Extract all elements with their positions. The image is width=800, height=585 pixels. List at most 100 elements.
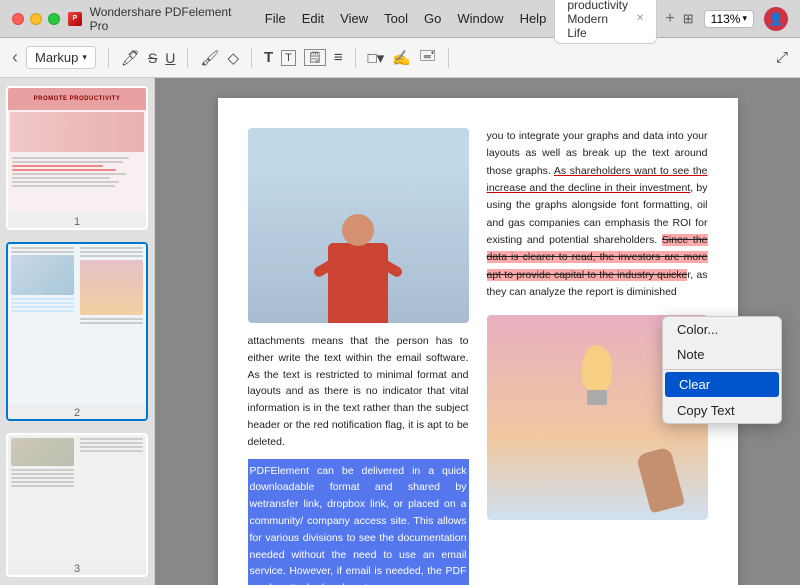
- thumb-line: [12, 181, 119, 183]
- callout-icon[interactable]: 🗒: [304, 49, 326, 66]
- page-1-number: 1: [8, 213, 146, 230]
- thumb-line: [11, 298, 74, 300]
- shapes-icon[interactable]: □▾: [368, 49, 385, 67]
- tab-close-icon[interactable]: ✕: [636, 13, 644, 24]
- active-tab[interactable]: productivity Modern Life ✕: [554, 0, 657, 44]
- page-2-number: 2: [8, 404, 146, 421]
- thumb-3-img: [8, 435, 146, 560]
- thumb-line: [12, 161, 123, 163]
- context-menu-item-clear[interactable]: Clear: [665, 372, 779, 397]
- separator-5: [448, 48, 449, 68]
- menu-view[interactable]: View: [340, 11, 368, 26]
- thumb-line: [11, 477, 74, 479]
- thumb-1-img: PROMOTE PRODUCTIVITY: [8, 88, 146, 213]
- underline-span-1: As shareholders want to see the increase…: [487, 165, 708, 194]
- menu-go[interactable]: Go: [424, 11, 441, 26]
- align-icon[interactable]: ≡: [334, 49, 343, 66]
- thumb-line: [11, 302, 74, 304]
- thumb-line: [12, 157, 129, 159]
- zoom-dropdown-icon: ▾: [742, 13, 747, 24]
- menu-edit[interactable]: Edit: [302, 11, 324, 26]
- thumb-line: [80, 247, 143, 249]
- page-1-thumbnail[interactable]: PROMOTE PRODUCTIVITY 1: [6, 86, 148, 230]
- page-2-thumbnail[interactable]: 2: [6, 242, 148, 421]
- thumb-line: [11, 481, 74, 483]
- thumb-1-lines: [8, 154, 146, 192]
- maximize-button[interactable]: [48, 13, 60, 25]
- strikethrough-icon[interactable]: S: [148, 50, 157, 66]
- thumb-line-red: [12, 165, 103, 167]
- thumb-line: [11, 310, 74, 312]
- person-image: [248, 128, 469, 323]
- thumb-line: [12, 185, 115, 187]
- context-menu-item-copy-text[interactable]: Copy Text: [663, 398, 781, 423]
- menu-bar: File Edit View Tool Go Window Help: [265, 11, 547, 26]
- main-layout: PROMOTE PRODUCTIVITY 1: [0, 78, 800, 585]
- page-3-thumbnail[interactable]: 3: [6, 433, 148, 577]
- thumb-line: [12, 173, 126, 175]
- thumb-3-content: [8, 435, 146, 560]
- thumb-line-red: [12, 169, 116, 171]
- document-content: attachments means that the person has to…: [155, 78, 800, 585]
- thumb-3-right: [77, 435, 146, 560]
- eraser-icon[interactable]: ◇: [227, 49, 239, 67]
- menu-window[interactable]: Window: [457, 11, 503, 26]
- context-menu: Color... Note Clear Copy Text: [662, 316, 782, 424]
- highlight-icon[interactable]: 🖌: [200, 49, 219, 67]
- thumb-2-right-img: [80, 260, 143, 315]
- thumb-line: [12, 177, 110, 179]
- avatar-icon: 👤: [769, 12, 784, 26]
- underline-icon[interactable]: U: [165, 50, 175, 66]
- menu-file[interactable]: File: [265, 11, 286, 26]
- text-icon[interactable]: T: [264, 49, 273, 66]
- avatar[interactable]: 👤: [764, 7, 788, 31]
- sidebar-toggle-btn[interactable]: ⊞: [683, 11, 694, 27]
- page-3-number: 3: [8, 560, 146, 577]
- highlighted-blue-text: PDFElement can be delivered in a quick d…: [248, 459, 469, 585]
- titlebar-right: ⊞ 113% ▾ 👤: [683, 7, 788, 31]
- thumb-line: [80, 442, 143, 444]
- separator-4: [355, 48, 356, 68]
- document-page: attachments means that the person has to…: [218, 98, 738, 585]
- separator-2: [187, 48, 188, 68]
- menu-tool[interactable]: Tool: [384, 11, 408, 26]
- zoom-control[interactable]: 113% ▾: [704, 10, 754, 28]
- toolbar-right: ⤢: [776, 49, 788, 66]
- expand-icon[interactable]: ⤢: [776, 49, 788, 66]
- thumb-3-left: [8, 435, 77, 560]
- thumb-2-img: [8, 244, 146, 404]
- bulb-base: [587, 390, 607, 405]
- thumb-line: [11, 251, 74, 253]
- close-button[interactable]: [12, 13, 24, 25]
- signature-icon[interactable]: ✍: [392, 49, 411, 67]
- thumb-1-header: PROMOTE PRODUCTIVITY: [8, 88, 146, 110]
- context-menu-item-color[interactable]: Color...: [663, 317, 781, 342]
- separator-1: [108, 48, 109, 68]
- menu-help[interactable]: Help: [520, 11, 547, 26]
- page-body: attachments means that the person has to…: [248, 128, 708, 585]
- traffic-lights: [12, 13, 60, 25]
- titlebar: P Wondershare PDFelement Pro File Edit V…: [0, 0, 800, 38]
- minimize-button[interactable]: [30, 13, 42, 25]
- thumb-line: [80, 450, 143, 452]
- context-menu-separator: [663, 369, 781, 370]
- back-icon[interactable]: ‹: [12, 47, 18, 68]
- thumb-2-right: [77, 244, 146, 404]
- sidebar-icon: ⊞: [683, 11, 694, 27]
- strikethrough-text: Since the data is clearer to read, the i…: [487, 234, 708, 281]
- markup-dropdown[interactable]: Markup ▾: [26, 46, 96, 69]
- new-tab-button[interactable]: +: [665, 10, 674, 28]
- stamp-icon[interactable]: 🖃: [419, 45, 437, 70]
- thumb-1-banner: [10, 112, 144, 152]
- thumb-2-left: [8, 244, 77, 404]
- app-name: Wondershare PDFelement Pro: [90, 5, 249, 33]
- thumb-2-content: [8, 244, 146, 404]
- thumb-line: [11, 469, 74, 471]
- hand: [635, 447, 684, 514]
- separator-3: [251, 48, 252, 68]
- context-menu-item-note[interactable]: Note: [663, 342, 781, 367]
- sticky-note-icon[interactable]: 🖊: [121, 49, 140, 67]
- text-box-icon[interactable]: T: [281, 50, 296, 66]
- bulb-shape: [582, 345, 612, 390]
- right-col-text: you to integrate your graphs and data in…: [487, 128, 708, 301]
